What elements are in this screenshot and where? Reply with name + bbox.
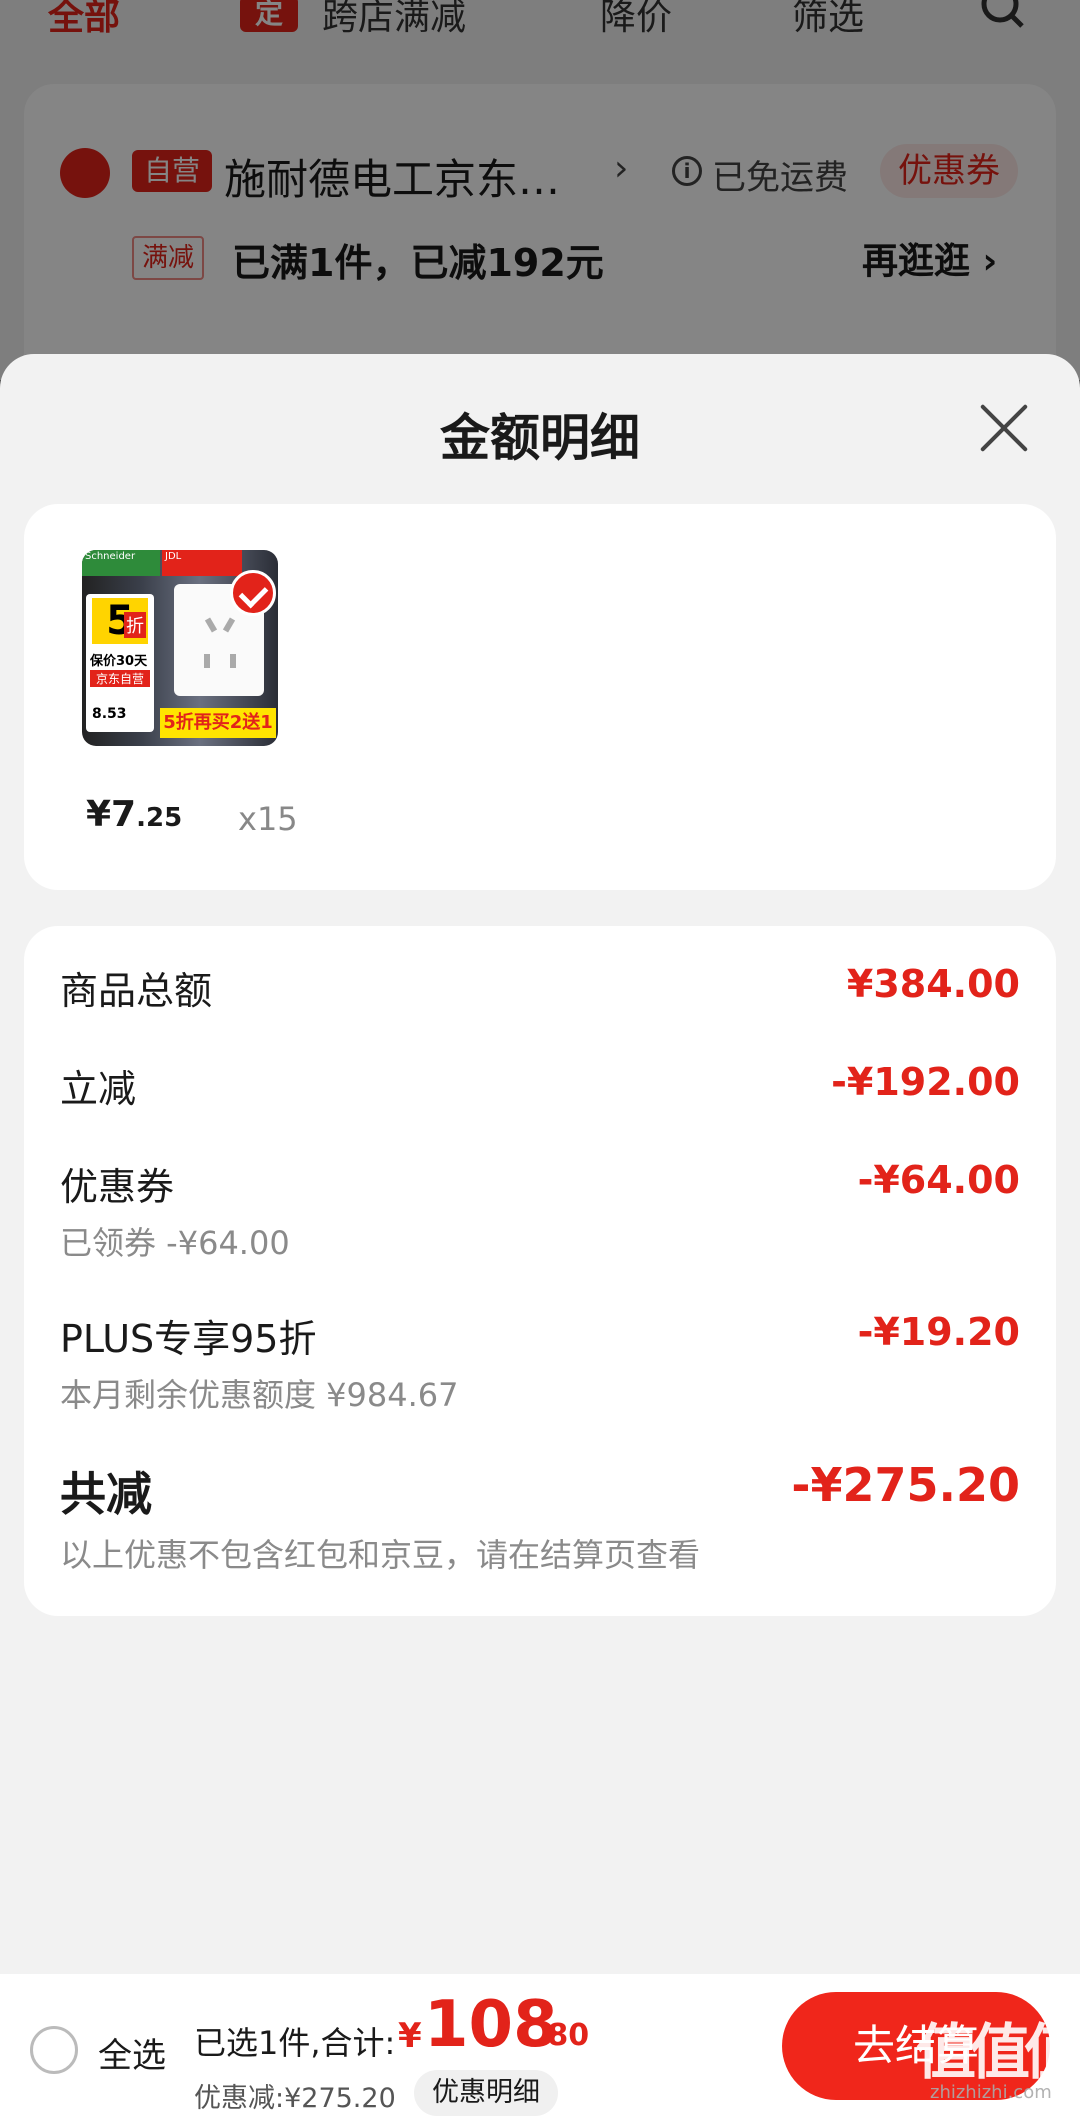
discount-summary: 优惠减:¥275.20	[194, 2083, 396, 2114]
image-price: 8.53	[92, 706, 127, 722]
price-decimal: .25	[136, 803, 183, 833]
image-banner: 5折再买2送1	[160, 708, 276, 738]
coupon-sub: 已领券 -¥64.00	[60, 1224, 290, 1262]
product-price: ¥7.25	[86, 794, 182, 835]
check-badge-icon	[230, 570, 276, 616]
instant-off-label: 立减	[60, 1067, 137, 1111]
jdl-label: JDL	[162, 550, 242, 576]
total-off-note: 以上优惠不包含红包和京豆，请在结算页查看	[60, 1536, 701, 1574]
product-card: Schneider JDL 5 折 保价30天 京东自营 8.53 5折再买2送…	[24, 504, 1056, 890]
plus-value: -¥19.20	[857, 1310, 1020, 1354]
watermark-logo: 值值值	[916, 2018, 1080, 2088]
plus-label: PLUS专享95折	[60, 1317, 317, 1361]
watermark-url: zhizhizhi.com	[930, 2082, 1052, 2103]
total-decimal: .80	[536, 2018, 590, 2053]
close-icon[interactable]	[976, 400, 1032, 456]
total-off-value: -¥275.20	[791, 1458, 1020, 1512]
settlement-bar: 全选 已选1件,合计: ¥ 108 .80 优惠减:¥275.20 优惠明细 去…	[0, 1974, 1080, 2124]
sheet-title: 金额明细	[440, 409, 640, 467]
price-integer: ¥7	[86, 794, 137, 835]
select-all-checkbox[interactable]	[30, 2026, 78, 2074]
product-quantity: x15	[238, 800, 298, 838]
product-image[interactable]: Schneider JDL 5 折 保价30天 京东自营 8.53 5折再买2送…	[82, 550, 278, 746]
amount-detail-card: 商品总额 ¥384.00 立减 -¥192.00 优惠券 已领券 -¥64.00…	[24, 926, 1056, 1616]
goods-total-value: ¥384.00	[846, 962, 1020, 1006]
coupon-value: -¥64.00	[857, 1158, 1020, 1202]
promo-panel: 5 折 保价30天 京东自营 8.53	[86, 594, 154, 732]
guarantee-label: 保价30天	[90, 654, 148, 669]
discount-detail-button[interactable]: 优惠明细	[414, 2070, 558, 2116]
coupon-label: 优惠券	[60, 1165, 175, 1209]
amount-detail-sheet: 金额明细 Schneider JDL 5 折 保价30天 京东自营 8.53 5…	[0, 354, 1080, 1974]
discount-unit: 折	[124, 612, 146, 638]
goods-total-label: 商品总额	[60, 969, 213, 1013]
jd-self-label: 京东自营	[90, 670, 150, 687]
brand-label: Schneider	[82, 550, 160, 576]
total-off-label: 共减	[60, 1467, 152, 1521]
instant-off-value: -¥192.00	[831, 1060, 1020, 1104]
select-all-label[interactable]: 全选	[98, 2028, 166, 2077]
plus-sub: 本月剩余优惠额度 ¥984.67	[60, 1376, 459, 1414]
selected-summary: 已选1件,合计:	[194, 2024, 396, 2062]
total-currency: ¥	[398, 2016, 422, 2056]
